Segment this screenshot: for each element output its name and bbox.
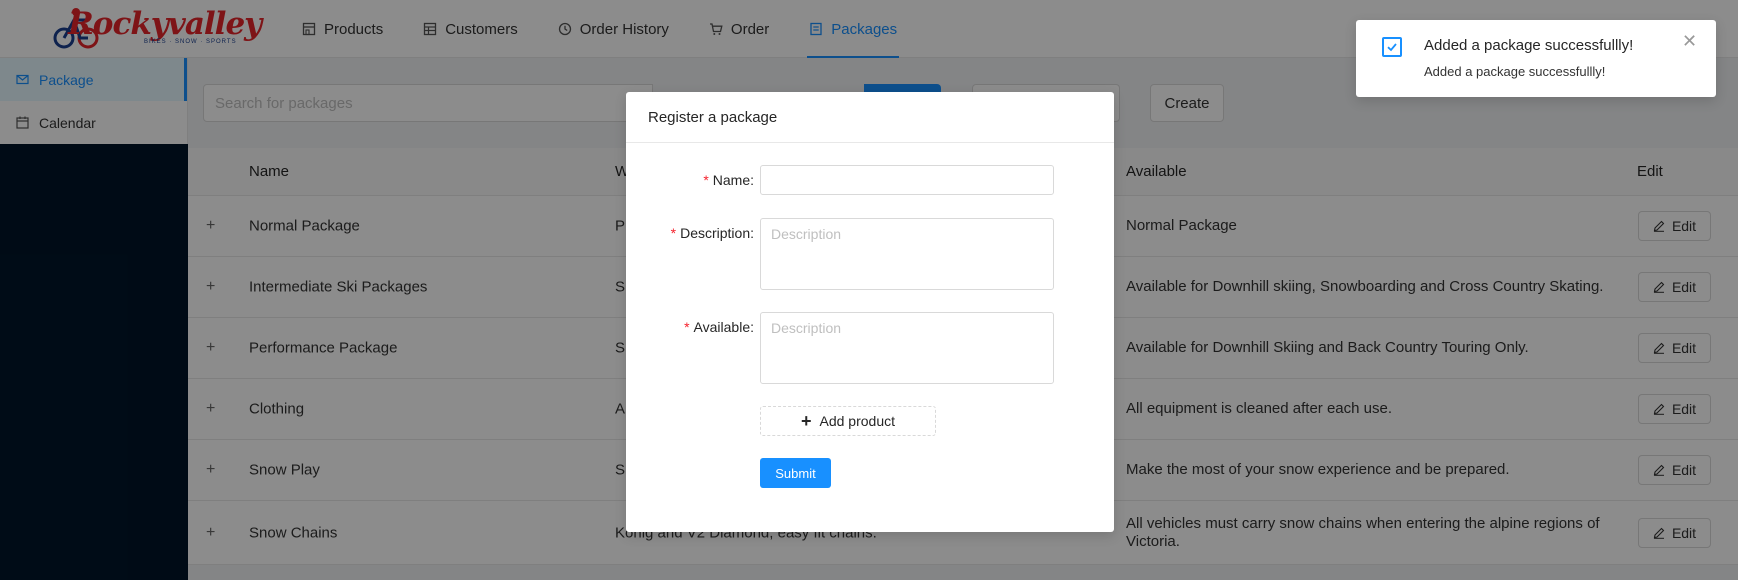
notification-description: Added a package successfullly! xyxy=(1424,64,1606,79)
add-product-button[interactable]: + Add product xyxy=(760,406,936,436)
plus-icon: + xyxy=(800,411,812,431)
register-package-modal: Register a package * Name: * Description: … xyxy=(626,92,1114,532)
available-label-text: Available: xyxy=(693,319,754,335)
add-product-label: Add product xyxy=(819,413,896,429)
required-mark: * xyxy=(703,172,709,188)
available-textarea[interactable]: Description xyxy=(760,312,1054,384)
description-textarea[interactable]: Description xyxy=(760,218,1054,290)
description-label-text: Description: xyxy=(680,225,754,241)
name-label-text: Name: xyxy=(712,172,754,188)
required-mark: * xyxy=(670,225,677,241)
available-label: * Available: xyxy=(684,319,754,335)
required-mark: * xyxy=(684,319,690,335)
success-notification: Added a package successfullly! Added a p… xyxy=(1356,20,1716,97)
submit-button[interactable]: Submit xyxy=(760,458,831,488)
name-label: * Name: xyxy=(703,172,754,188)
modal-title: Register a package xyxy=(626,92,1114,143)
description-label: * Description: xyxy=(671,225,754,241)
name-input[interactable] xyxy=(760,165,1054,195)
close-icon[interactable]: ✕ xyxy=(1682,32,1697,50)
notification-title: Added a package successfullly! xyxy=(1424,37,1634,54)
check-square-icon xyxy=(1382,37,1402,57)
